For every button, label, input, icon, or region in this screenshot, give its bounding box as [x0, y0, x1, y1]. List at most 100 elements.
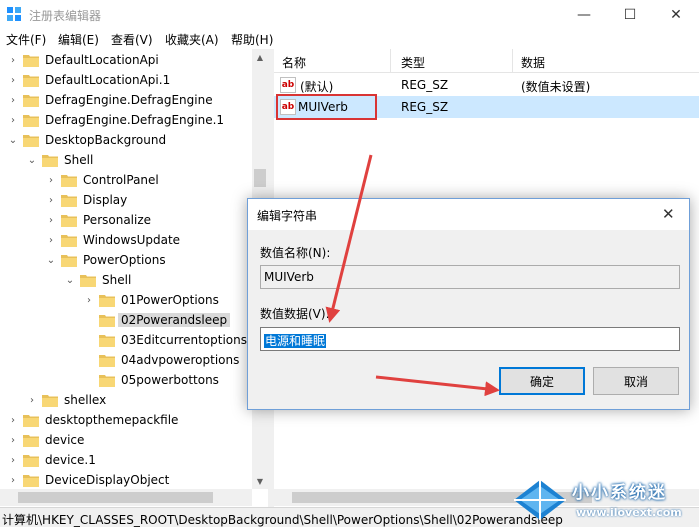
column-data[interactable]: 数据: [521, 54, 545, 71]
expand-arrow-icon[interactable]: ›: [27, 390, 37, 410]
value-type: REG_SZ: [401, 100, 449, 114]
tree-node[interactable]: ⌄ DesktopBackground: [0, 130, 252, 150]
value-name-label: 数值名称(N):: [260, 246, 331, 260]
value-type: REG_SZ: [401, 78, 449, 92]
tree-node-label: DefaultLocationApi: [45, 53, 159, 67]
column-divider[interactable]: [390, 49, 391, 73]
folder-icon: [23, 415, 39, 427]
expand-arrow-icon[interactable]: ›: [8, 410, 18, 430]
string-value-icon: ab: [280, 77, 296, 93]
tree-node[interactable]: › WindowsUpdate: [0, 230, 252, 250]
close-button[interactable]: ✕: [653, 0, 699, 29]
tree-node-label: DefragEngine.DefragEngine.1: [45, 113, 225, 127]
highlight-annotation-box: [276, 94, 377, 120]
tree-horizontal-scrollbar[interactable]: [0, 489, 252, 506]
tree-node[interactable]: 03Editcurrentoptions: [0, 330, 252, 350]
menu-favorites[interactable]: 收藏夹(A): [165, 31, 219, 48]
column-name[interactable]: 名称: [282, 54, 306, 71]
menu-edit[interactable]: 编辑(E): [58, 31, 99, 48]
tree-node[interactable]: › Display: [0, 190, 252, 210]
registry-editor-icon: [7, 7, 21, 21]
menu-help[interactable]: 帮助(H): [231, 31, 273, 48]
tree-node-label: DeviceDisplayObject: [45, 473, 170, 487]
tree-node[interactable]: ⌄ PowerOptions: [0, 250, 252, 270]
dialog-close-button[interactable]: ✕: [662, 205, 675, 223]
tree-node[interactable]: › DefaultLocationApi: [0, 50, 252, 70]
expand-arrow-icon[interactable]: ›: [46, 190, 56, 210]
folder-icon: [99, 375, 115, 387]
expand-arrow-icon[interactable]: ›: [8, 110, 18, 130]
folder-icon: [23, 55, 39, 67]
tree-node[interactable]: › DeviceDisplayObject: [0, 470, 252, 490]
tree-node-label: Shell: [64, 153, 94, 167]
tree-node-label: 03Editcurrentoptions: [121, 333, 247, 347]
tree-node[interactable]: › Personalize: [0, 210, 252, 230]
expand-arrow-icon[interactable]: ›: [46, 210, 56, 230]
tree-node[interactable]: › device: [0, 430, 252, 450]
collapse-arrow-icon[interactable]: ⌄: [27, 150, 37, 170]
value-data-label: 数值数据(V):: [260, 307, 330, 321]
expand-arrow-icon[interactable]: ›: [8, 450, 18, 470]
cancel-button[interactable]: 取消: [593, 367, 679, 395]
tree-node[interactable]: › DefragEngine.DefragEngine.1: [0, 110, 252, 130]
tree-node[interactable]: › device.1: [0, 450, 252, 470]
folder-icon: [99, 295, 115, 307]
collapse-arrow-icon[interactable]: ⌄: [65, 270, 75, 290]
expand-arrow-icon[interactable]: ›: [46, 230, 56, 250]
tree-node[interactable]: 02Powerandsleep: [0, 310, 252, 330]
maximize-button[interactable]: ☐: [607, 0, 653, 29]
expand-arrow-icon[interactable]: ›: [8, 470, 18, 490]
expand-arrow-icon[interactable]: ›: [8, 430, 18, 450]
menu-file[interactable]: 文件(F): [6, 31, 46, 48]
tree-node[interactable]: 04advpoweroptions: [0, 350, 252, 370]
tree-node[interactable]: ⌄ Shell: [0, 150, 252, 170]
list-row-selected[interactable]: ab MUIVerb REG_SZ: [274, 94, 699, 120]
menu-bar: 文件(F) 编辑(E) 查看(V) 收藏夹(A) 帮助(H): [0, 29, 699, 49]
tree-node[interactable]: ⌄ Shell: [0, 270, 252, 290]
column-type[interactable]: 类型: [401, 54, 425, 71]
tree-node-label: device: [45, 433, 85, 447]
expand-arrow-icon[interactable]: ›: [84, 290, 94, 310]
folder-icon: [99, 335, 115, 347]
expand-arrow-icon[interactable]: ›: [46, 170, 56, 190]
tree-node[interactable]: › DefaultLocationApi.1: [0, 70, 252, 90]
registry-tree[interactable]: › DefaultLocationApi › DefaultLocationApi.1…: [0, 49, 268, 507]
scroll-up-icon[interactable]: ▲: [252, 49, 268, 65]
expand-arrow-icon[interactable]: ›: [8, 90, 18, 110]
scroll-thumb[interactable]: [254, 169, 266, 187]
tree-node-label: 05powerbottons: [121, 373, 219, 387]
folder-icon: [61, 215, 77, 227]
minimize-button[interactable]: —: [561, 0, 607, 29]
edit-string-dialog: 编辑字符串 ✕ 数值名称(N): MUIVerb 数值数据(V): 电源和睡眠 …: [247, 198, 690, 410]
ok-button[interactable]: 确定: [499, 367, 585, 395]
expand-arrow-icon[interactable]: ›: [8, 50, 18, 70]
list-row[interactable]: ab (默认) REG_SZ (数值未设置): [274, 74, 699, 96]
folder-icon: [61, 195, 77, 207]
tree-node[interactable]: › desktopthemepackfile: [0, 410, 252, 430]
collapse-arrow-icon[interactable]: ⌄: [8, 130, 18, 150]
window-titlebar: 注册表编辑器 — ☐ ✕: [0, 0, 699, 29]
tree-node[interactable]: › shellex: [0, 390, 252, 410]
folder-icon: [42, 155, 58, 167]
tree-node-label: Personalize: [83, 213, 152, 227]
menu-view[interactable]: 查看(V): [111, 31, 153, 48]
folder-icon: [99, 315, 115, 327]
folder-icon: [23, 135, 39, 147]
tree-node[interactable]: 05powerbottons: [0, 370, 252, 390]
tree-node-label: DefaultLocationApi.1: [45, 73, 171, 87]
column-divider[interactable]: [512, 49, 513, 73]
tree-node[interactable]: › DefragEngine.DefragEngine: [0, 90, 252, 110]
scroll-thumb[interactable]: [18, 492, 213, 503]
collapse-arrow-icon[interactable]: ⌄: [46, 250, 56, 270]
window-title: 注册表编辑器: [29, 9, 102, 23]
scroll-down-icon[interactable]: ▼: [252, 473, 268, 489]
value-data-text[interactable]: 电源和睡眠: [264, 334, 327, 348]
tree-node-label: DefragEngine.DefragEngine: [45, 93, 213, 107]
folder-icon: [61, 175, 77, 187]
folder-icon: [61, 235, 77, 247]
value-data-field[interactable]: 电源和睡眠: [260, 327, 680, 351]
tree-node[interactable]: › 01PowerOptions: [0, 290, 252, 310]
folder-icon: [23, 455, 39, 467]
tree-node[interactable]: › ControlPanel: [0, 170, 252, 190]
expand-arrow-icon[interactable]: ›: [8, 70, 18, 90]
